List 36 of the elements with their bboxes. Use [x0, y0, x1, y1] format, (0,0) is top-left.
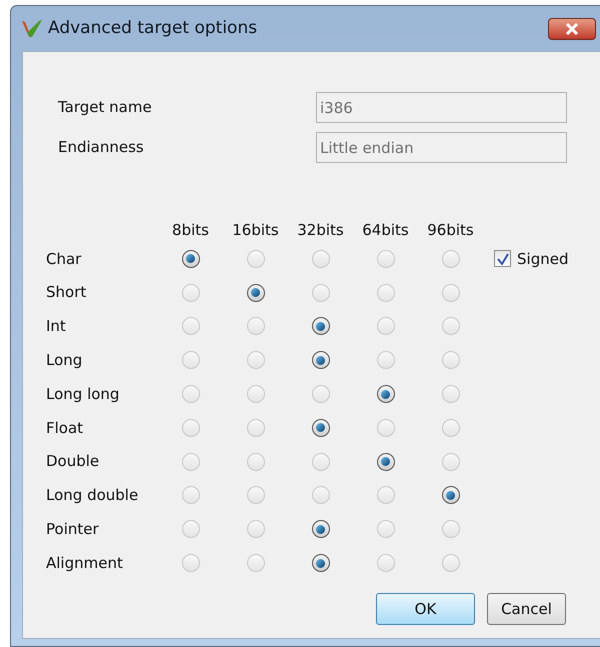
- column-header: 64bits: [361, 220, 410, 241]
- row-label: Long double: [46, 485, 140, 506]
- row-label: Long long: [46, 384, 120, 405]
- row-label: Float: [46, 418, 84, 439]
- row-label: Alignment: [46, 552, 124, 574]
- radio-button[interactable]: [376, 385, 394, 404]
- checkbox-label: Signed: [517, 248, 568, 270]
- dialog-button[interactable]: Cancel: [487, 593, 566, 625]
- checkbox[interactable]: [494, 250, 511, 268]
- close-button[interactable]: [548, 18, 596, 40]
- field-label: Target name: [58, 97, 153, 118]
- radio-button[interactable]: [312, 554, 330, 572]
- checkmark-logo-icon: [21, 18, 43, 38]
- radio-button[interactable]: [312, 418, 330, 437]
- row-label: Int: [46, 316, 67, 338]
- row-label: Pointer: [46, 519, 100, 540]
- radio-button[interactable]: [182, 250, 200, 268]
- radio-button[interactable]: [312, 351, 330, 370]
- row-label: Double: [46, 451, 100, 472]
- radio-button[interactable]: [442, 486, 460, 504]
- radio-button[interactable]: [312, 317, 330, 336]
- radio-button[interactable]: [376, 452, 394, 471]
- column-header: 96bits: [426, 220, 475, 241]
- dialog-button[interactable]: OK: [376, 593, 475, 625]
- row-label: Long: [46, 350, 84, 372]
- field-label: Endianness: [58, 137, 145, 158]
- column-header: 8bits: [171, 220, 210, 241]
- radio-button[interactable]: [246, 284, 264, 302]
- radio-button[interactable]: [312, 520, 330, 538]
- window-title: Advanced target options: [48, 16, 258, 40]
- column-header: 16bits: [231, 220, 280, 241]
- column-header: 32bits: [296, 220, 345, 241]
- check-icon: [496, 252, 508, 265]
- row-label: Short: [46, 282, 88, 304]
- close-icon: [565, 22, 579, 34]
- row-label: Char: [46, 248, 82, 270]
